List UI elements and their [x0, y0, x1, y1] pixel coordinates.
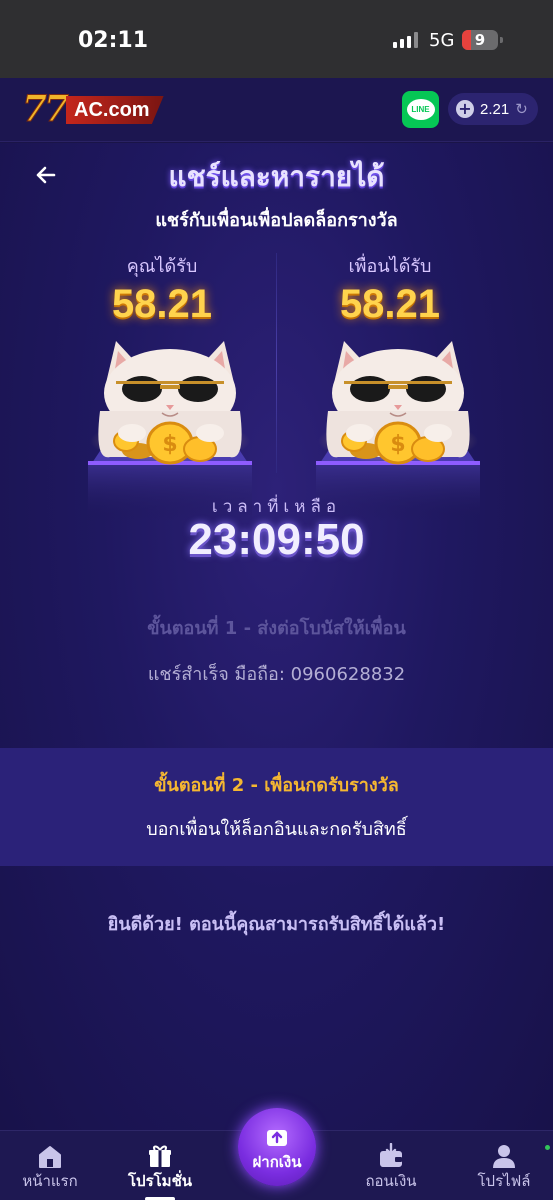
line-app-button[interactable]: LINE — [402, 91, 439, 128]
step1-title: ขั้นตอนที่ 1 - ส่งต่อโบนัสให้เพื่อน — [147, 618, 406, 639]
friend-receives-label: เพื่อนได้รับ — [348, 256, 432, 277]
nav-withdraw-label: ถอนเงิน — [365, 1172, 417, 1190]
nav-profile[interactable]: โปรไฟล์ — [454, 1131, 553, 1200]
line-app-icon: LINE — [406, 99, 435, 120]
deposit-button[interactable]: ฝากเงิน — [238, 1108, 316, 1186]
congrats-message: ยินดีด้วย! ตอนนี้คุณสามารถรับสิทธิ์ได้แล… — [107, 914, 446, 935]
battery-icon: 9 — [462, 30, 503, 50]
share-earn-page: แชร์และหารายได้ แชร์กับเพื่อนเพื่อปลดล็อ… — [0, 143, 553, 1130]
page-subtitle: แชร์กับเพื่อนเพื่อปลดล็อกรางวัล — [155, 210, 398, 231]
nav-promotions[interactable]: โปรโมชั่น — [110, 1131, 210, 1200]
user-icon — [493, 1145, 515, 1168]
balance-value: 2.21 — [480, 100, 510, 118]
logo-text: AC.com — [66, 96, 164, 124]
battery-level: 9 — [474, 31, 486, 49]
signal-icon — [393, 32, 418, 48]
friend-receives-block: เพื่อนได้รับ 58.21 — [290, 251, 490, 327]
you-receive-label: คุณได้รับ — [126, 256, 198, 277]
page-title: แชร์และหารายได้ — [168, 160, 385, 193]
svg-text:$: $ — [162, 432, 177, 457]
home-icon — [39, 1146, 61, 1168]
column-divider — [276, 253, 277, 473]
deposit-icon — [267, 1130, 287, 1146]
balance-pill[interactable]: + 2.21 ↻ — [448, 93, 538, 125]
nav-home[interactable]: หน้าแรก — [0, 1131, 100, 1200]
step1-description: แชร์สำเร็จ มือถือ: 0960628832 — [147, 664, 406, 685]
you-receive-value: 58.21 — [111, 282, 213, 326]
step2-panel: ขั้นตอนที่ 2 - เพื่อนกดรับรางวัล บอกเพื่… — [0, 748, 553, 866]
you-receive-block: คุณได้รับ 58.21 — [62, 251, 262, 327]
step2-description: บอกเพื่อนให้ล็อกอินและกดรับสิทธิ์ — [146, 819, 407, 840]
nav-home-label: หน้าแรก — [22, 1172, 78, 1190]
nav-withdraw[interactable]: ถอนเงิน — [341, 1131, 441, 1200]
logo-number: 77 — [21, 88, 69, 131]
refresh-icon[interactable]: ↻ — [515, 100, 528, 118]
friend-receives-value: 58.21 — [339, 282, 441, 326]
nav-profile-label: โปรไฟล์ — [477, 1172, 531, 1190]
deposit-label: ฝากเงิน — [252, 1153, 302, 1171]
status-bar: 02:11 5G 9 — [0, 0, 553, 78]
brand-logo[interactable]: 77 AC.com — [21, 88, 180, 132]
plus-circle-icon[interactable]: + — [456, 100, 474, 118]
indicator-dot — [545, 1145, 550, 1150]
app-header: 77 AC.com LINE + 2.21 ↻ — [0, 78, 553, 142]
wallet-icon — [380, 1143, 402, 1167]
nav-promotions-label: โปรโมชั่น — [127, 1172, 192, 1190]
network-type: 5G — [429, 30, 455, 51]
status-time: 02:11 — [78, 28, 149, 53]
svg-text:$: $ — [390, 432, 405, 457]
step2-title: ขั้นตอนที่ 2 - เพื่อนกดรับรางวัล — [154, 775, 399, 796]
countdown-timer: 23:09:50 — [188, 515, 365, 564]
gift-icon — [149, 1145, 171, 1167]
